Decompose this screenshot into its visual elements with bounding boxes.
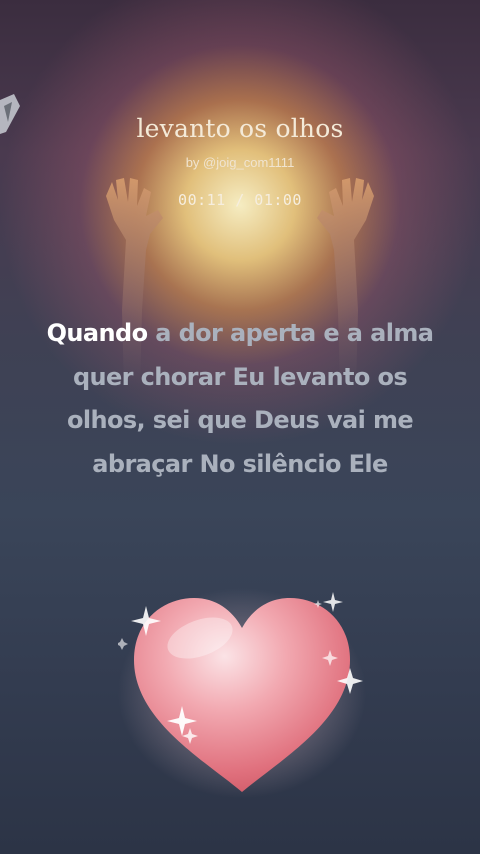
song-title: levanto os olhos [136,114,344,143]
heart-icon [118,588,366,798]
lyrics-active-word: Quando [46,319,148,347]
lyrics-block: Quando a dor aperta e a alma quer chorar… [40,312,440,486]
playback-timer: 00:11 / 01:00 [178,191,302,209]
author-byline: by @joig_com1111 [185,155,295,170]
video-background: levanto os olhos by @joig_com1111 00:11 … [0,0,480,854]
